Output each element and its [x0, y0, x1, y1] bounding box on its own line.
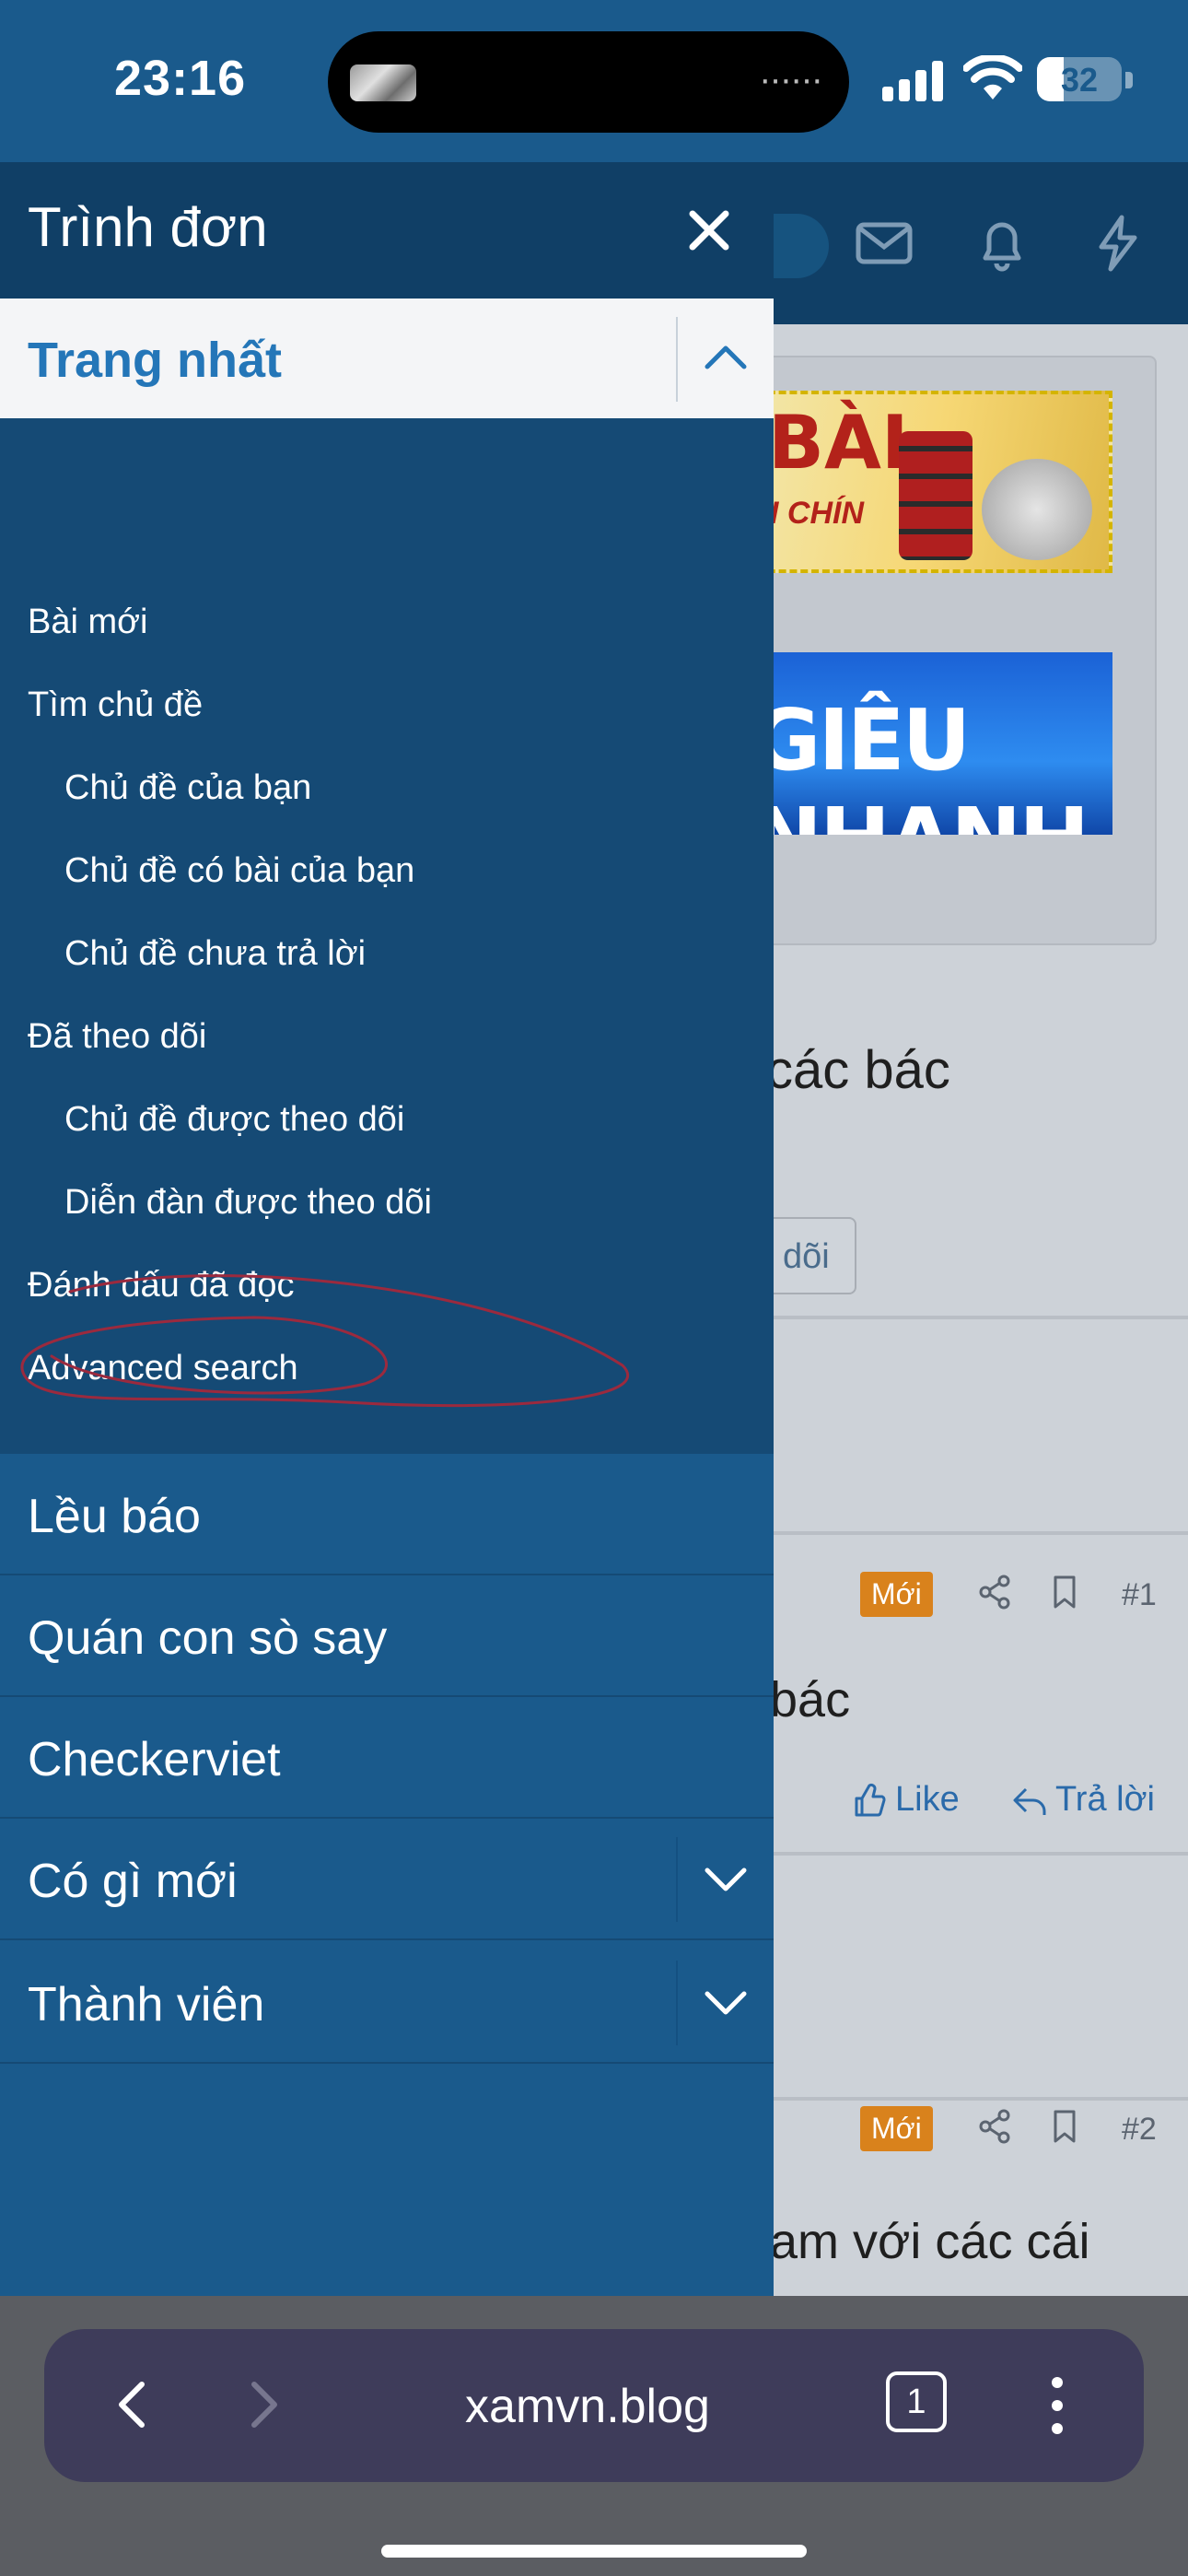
menu-item-quan-con-so-say[interactable]: Quán con sò say: [0, 1575, 774, 1697]
browser-toolbar: xamvn.blog 1: [44, 2329, 1144, 2482]
background-page[interactable]: BÀI I CHÍN GIÊU NHANH các bác dõi Mới #1…: [774, 162, 1188, 2296]
chevron-up-icon[interactable]: [700, 332, 751, 383]
menu-item-label: Checkerviet: [28, 1733, 281, 1786]
like-label: Like: [895, 1780, 960, 1819]
home-indicator[interactable]: [381, 2545, 807, 2558]
share-icon[interactable]: [976, 1574, 1013, 1610]
banner-text: BÀI: [774, 400, 909, 486]
submenu-item-tim-chu-de[interactable]: Tìm chủ đề: [28, 685, 203, 725]
search-field-edge[interactable]: [774, 214, 829, 278]
mail-icon[interactable]: [851, 210, 917, 276]
tabs-button[interactable]: 1: [886, 2371, 947, 2432]
new-badge: Mới: [860, 2106, 933, 2151]
background-header: [774, 162, 1188, 324]
menu-item-thanh-vien[interactable]: Thành viên: [0, 1942, 774, 2064]
battery-tip: [1125, 72, 1133, 88]
submenu-item-dien-dan-theo-doi[interactable]: Diễn đàn được theo dõi: [64, 1183, 432, 1223]
menu-item-trang-nhat[interactable]: Trang nhất: [0, 299, 774, 418]
submenu-item-chu-de-co-bai[interactable]: Chủ đề có bài của bạn: [64, 851, 414, 891]
bell-icon[interactable]: [969, 210, 1035, 276]
more-options-icon[interactable]: [1046, 2373, 1068, 2438]
chevron-down-icon[interactable]: [700, 1977, 751, 2029]
menu-item-label: Có gì mới: [28, 1855, 238, 1908]
close-menu-button[interactable]: [680, 201, 739, 260]
menu-item-checkerviet[interactable]: Checkerviet: [0, 1697, 774, 1819]
submenu-item-da-theo-doi[interactable]: Đã theo dõi: [28, 1017, 206, 1057]
menu-item-label: Lều báo: [28, 1490, 201, 1543]
menu-title: Trình đơn: [28, 196, 268, 258]
submenu-trang-nhat: Bài mới Tìm chủ đề Chủ đề của bạn Chủ đề…: [0, 418, 774, 1454]
status-time: 23:16: [114, 51, 247, 106]
divider: [676, 1837, 678, 1922]
battery-icon: 32: [1037, 57, 1122, 101]
post-2: Mới #2 am với các cái: [774, 2101, 1188, 2296]
submenu-item-chu-de-cua-ban[interactable]: Chủ đề của bạn: [64, 768, 311, 808]
post-text: am với các cái: [774, 2214, 1090, 2269]
submenu-item-advanced-search[interactable]: Advanced search: [28, 1349, 298, 1388]
divider: [774, 1852, 1188, 1856]
post-1: Mới #1 bác Like Trả lời: [774, 1535, 1188, 1848]
submenu-item-danh-dau-da-doc[interactable]: Đánh dấu đã đọc: [28, 1266, 294, 1306]
menu-item-label: Quán con sò say: [28, 1611, 388, 1665]
reply-label: Trả lời: [1055, 1780, 1155, 1819]
ad-banner-card: BÀI I CHÍN GIÊU NHANH: [774, 356, 1157, 945]
close-icon: [689, 210, 729, 251]
chevron-down-icon[interactable]: [700, 1854, 751, 1905]
bookmark-icon[interactable]: [1046, 2108, 1083, 2145]
share-icon[interactable]: [976, 2108, 1013, 2145]
post-text: bác: [774, 1672, 851, 1727]
forward-arrow-icon[interactable]: [232, 2375, 291, 2434]
follow-button[interactable]: dõi: [774, 1217, 856, 1294]
submenu-item-bai-moi[interactable]: Bài mới: [28, 603, 148, 642]
casino-chips-image: [899, 431, 973, 560]
browser-bottom-area: xamvn.blog 1: [0, 2296, 1188, 2576]
back-arrow-icon[interactable]: [105, 2375, 164, 2434]
media-thumbnail: [350, 64, 416, 101]
menu-item-label: Trang nhất: [28, 333, 283, 388]
divider: [774, 1316, 1188, 1319]
ad-banner-blue[interactable]: GIÊU NHANH: [774, 652, 1112, 835]
roulette-image: [982, 459, 1092, 560]
banner-subtext: I CHÍN: [774, 496, 864, 531]
like-button[interactable]: Like: [851, 1780, 960, 1820]
wifi-icon: [963, 55, 1022, 100]
divider: [676, 1961, 678, 2045]
audio-wave-icon: ······: [759, 59, 823, 100]
menu-item-leu-bao[interactable]: Lều báo: [0, 1454, 774, 1575]
post-number[interactable]: #2: [1122, 2112, 1157, 2148]
menu-item-co-gi-moi[interactable]: Có gì mới: [0, 1819, 774, 1940]
follow-button-label: dõi: [783, 1237, 830, 1276]
battery-level: 32: [1060, 61, 1099, 99]
thumbs-up-icon: [855, 1783, 886, 1816]
reply-button[interactable]: Trả lời: [1011, 1780, 1155, 1820]
address-bar[interactable]: xamvn.blog: [394, 2379, 781, 2434]
menu-item-label: Thành viên: [28, 1978, 265, 2032]
menu-header: Trình đơn: [0, 162, 774, 299]
lightning-icon[interactable]: [1085, 210, 1151, 276]
ad-banner-casino[interactable]: BÀI I CHÍN: [774, 391, 1112, 573]
reply-arrow-icon: [1013, 1787, 1046, 1815]
new-badge: Mới: [860, 1572, 933, 1617]
status-bar: 23:16 ······ 32: [0, 0, 1188, 162]
bookmark-icon[interactable]: [1046, 1574, 1083, 1610]
side-menu: Trình đơn Trang nhất Bài mới Tìm chủ đề …: [0, 162, 774, 2296]
submenu-item-chua-tra-loi[interactable]: Chủ đề chưa trả lời: [64, 934, 366, 974]
thread-title: các bác: [774, 1040, 950, 1100]
dynamic-island[interactable]: ······: [328, 31, 849, 133]
divider: [676, 317, 678, 402]
post-number[interactable]: #1: [1122, 1577, 1157, 1613]
submenu-item-chu-de-theo-doi[interactable]: Chủ đề được theo dõi: [64, 1100, 404, 1140]
banner-text: GIÊU NHANH: [774, 691, 1089, 835]
cellular-signal-icon: [882, 61, 943, 101]
